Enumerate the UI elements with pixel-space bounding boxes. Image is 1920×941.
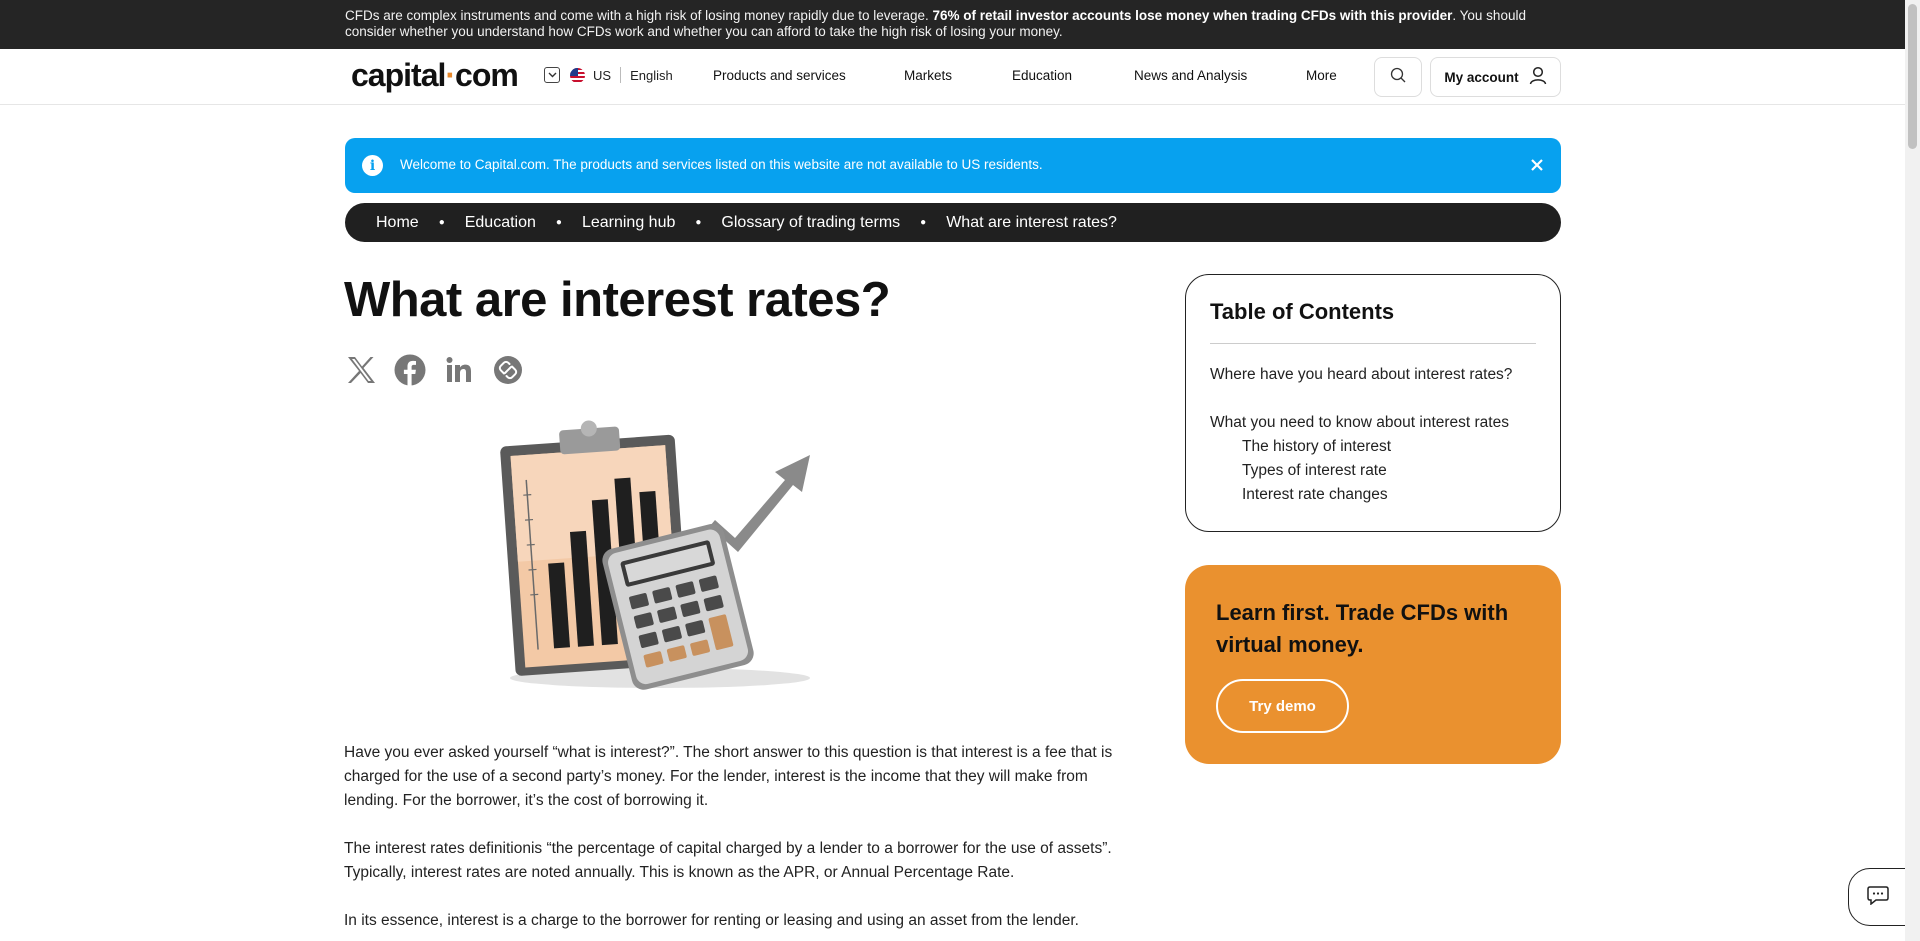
us-flag-icon [570,67,585,83]
article-paragraph: Have you ever asked yourself “what is in… [344,744,1113,809]
demo-heading: Learn first. Trade CFDs with virtual mon… [1216,600,1509,657]
risk-warning-banner: CFDs are complex instruments and come wi… [0,0,1905,49]
table-of-contents: Table of Contents Where have you heard a… [1185,274,1561,532]
site-header: capital·com US English Products and serv… [0,49,1905,105]
breadcrumb-home[interactable]: Home [376,214,419,232]
link-icon[interactable] [491,353,524,386]
region-selector[interactable]: US English [544,67,673,83]
nav-products-and-services[interactable]: Products and services [713,68,846,83]
toc-item[interactable]: What you need to know about interest rat… [1210,414,1509,432]
my-account-label: My account [1444,69,1519,85]
scrollbar-thumb[interactable] [1908,4,1917,149]
article-paragraph: The interest rates definitionis “the per… [344,840,1112,881]
breadcrumb-separator: ● [695,217,702,228]
toc-subitem[interactable]: Interest rate changes [1242,486,1388,504]
close-icon[interactable] [1531,151,1543,177]
logo[interactable]: capital·com [351,57,519,94]
risk-warning-text: CFDs are complex instruments and come wi… [345,8,1526,39]
breadcrumb: Home ● Education ● Learning hub ● Glossa… [345,203,1561,242]
notice-message: Welcome to Capital.com. The products and… [400,157,1043,172]
nav-education[interactable]: Education [1012,68,1072,83]
us-residents-notice: i Welcome to Capital.com. The products a… [345,138,1561,193]
info-icon: i [362,155,383,176]
toc-item[interactable]: Where have you heard about interest rate… [1210,366,1512,384]
page-title: What are interest rates? [344,273,891,327]
divider [620,67,622,83]
nav-news-and-analysis[interactable]: News and Analysis [1134,68,1247,83]
search-icon [1390,67,1406,88]
breadcrumb-separator: ● [438,217,445,228]
breadcrumb-current: What are interest rates? [946,213,1117,231]
nav-markets[interactable]: Markets [904,68,952,83]
nav-more[interactable]: More [1306,68,1337,83]
linkedin-icon[interactable] [442,353,475,386]
breadcrumb-separator: ● [555,217,562,228]
breadcrumb-glossary[interactable]: Glossary of trading terms [721,214,900,232]
breadcrumb-education[interactable]: Education [465,214,536,232]
risk-warning-bold: 76% of retail investor accounts lose mon… [932,8,1453,23]
chat-button[interactable] [1848,868,1908,926]
page-scrollbar[interactable] [1905,0,1920,941]
try-demo-button[interactable]: Try demo [1216,679,1349,733]
share-buttons [344,353,524,386]
region-code: US [593,67,612,83]
toc-subitem[interactable]: The history of interest [1242,438,1391,456]
my-account-button[interactable]: My account [1430,57,1561,97]
language-label[interactable]: English [630,68,673,83]
article-illustration [500,420,830,700]
chevron-down-icon[interactable] [544,67,560,83]
chat-icon [1867,885,1889,910]
facebook-icon[interactable] [393,353,426,386]
article-paragraph: In its essence, interest is a charge to … [344,912,1079,929]
demo-promo-card: Learn first. Trade CFDs with virtual mon… [1185,565,1561,764]
x-icon[interactable] [344,353,377,386]
user-icon [1529,66,1547,88]
breadcrumb-separator: ● [920,217,927,228]
toc-subitem[interactable]: Types of interest rate [1242,462,1387,480]
breadcrumb-learning-hub[interactable]: Learning hub [582,214,675,232]
toc-title: Table of Contents [1210,299,1536,344]
search-button[interactable] [1374,57,1422,97]
